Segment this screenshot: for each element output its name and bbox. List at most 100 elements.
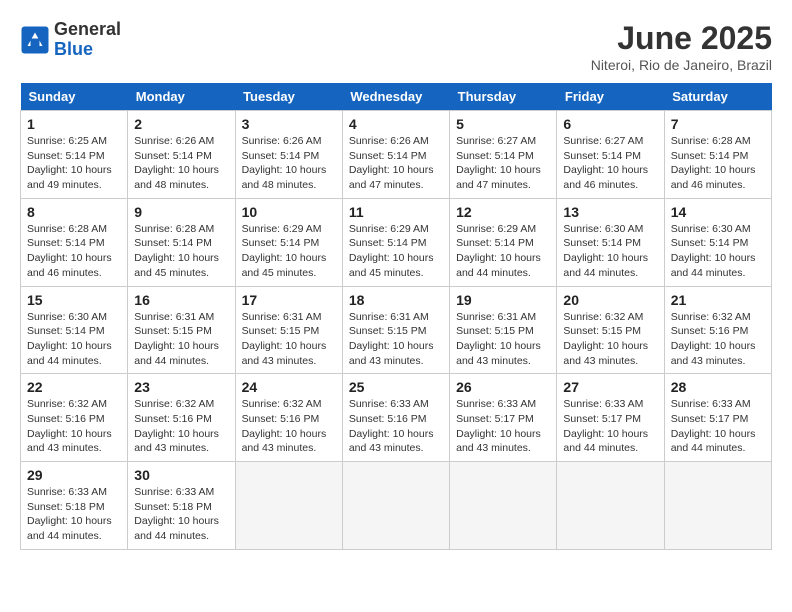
day-number: 24 [242, 379, 336, 395]
table-row: 30 Sunrise: 6:33 AM Sunset: 5:18 PM Dayl… [128, 462, 235, 550]
day-info: Sunrise: 6:27 AM Sunset: 5:14 PM Dayligh… [456, 134, 550, 193]
day-number: 27 [563, 379, 657, 395]
month-title: June 2025 [591, 20, 772, 57]
day-info: Sunrise: 6:30 AM Sunset: 5:14 PM Dayligh… [27, 310, 121, 369]
table-row: 3 Sunrise: 6:26 AM Sunset: 5:14 PM Dayli… [235, 111, 342, 199]
header-sunday: Sunday [21, 83, 128, 111]
day-info: Sunrise: 6:30 AM Sunset: 5:14 PM Dayligh… [671, 222, 765, 281]
day-info: Sunrise: 6:32 AM Sunset: 5:16 PM Dayligh… [27, 397, 121, 456]
day-number: 16 [134, 292, 228, 308]
table-row: 1 Sunrise: 6:25 AM Sunset: 5:14 PM Dayli… [21, 111, 128, 199]
day-number: 15 [27, 292, 121, 308]
day-number: 5 [456, 116, 550, 132]
day-info: Sunrise: 6:33 AM Sunset: 5:18 PM Dayligh… [27, 485, 121, 544]
day-info: Sunrise: 6:33 AM Sunset: 5:17 PM Dayligh… [456, 397, 550, 456]
day-info: Sunrise: 6:28 AM Sunset: 5:14 PM Dayligh… [27, 222, 121, 281]
day-number: 20 [563, 292, 657, 308]
day-info: Sunrise: 6:33 AM Sunset: 5:16 PM Dayligh… [349, 397, 443, 456]
table-row: 26 Sunrise: 6:33 AM Sunset: 5:17 PM Dayl… [450, 374, 557, 462]
table-row: 25 Sunrise: 6:33 AM Sunset: 5:16 PM Dayl… [342, 374, 449, 462]
logo: General Blue [20, 20, 121, 60]
table-row: 22 Sunrise: 6:32 AM Sunset: 5:16 PM Dayl… [21, 374, 128, 462]
day-number: 1 [27, 116, 121, 132]
table-row: 6 Sunrise: 6:27 AM Sunset: 5:14 PM Dayli… [557, 111, 664, 199]
day-info: Sunrise: 6:31 AM Sunset: 5:15 PM Dayligh… [242, 310, 336, 369]
day-number: 17 [242, 292, 336, 308]
day-number: 30 [134, 467, 228, 483]
day-info: Sunrise: 6:26 AM Sunset: 5:14 PM Dayligh… [349, 134, 443, 193]
table-row [557, 462, 664, 550]
table-row: 8 Sunrise: 6:28 AM Sunset: 5:14 PM Dayli… [21, 198, 128, 286]
table-row: 18 Sunrise: 6:31 AM Sunset: 5:15 PM Dayl… [342, 286, 449, 374]
table-row: 4 Sunrise: 6:26 AM Sunset: 5:14 PM Dayli… [342, 111, 449, 199]
day-info: Sunrise: 6:31 AM Sunset: 5:15 PM Dayligh… [456, 310, 550, 369]
table-row [450, 462, 557, 550]
logo-icon [20, 25, 50, 55]
table-row [235, 462, 342, 550]
day-info: Sunrise: 6:28 AM Sunset: 5:14 PM Dayligh… [134, 222, 228, 281]
table-row: 16 Sunrise: 6:31 AM Sunset: 5:15 PM Dayl… [128, 286, 235, 374]
header-monday: Monday [128, 83, 235, 111]
logo-blue-text: Blue [54, 39, 93, 59]
day-number: 22 [27, 379, 121, 395]
day-number: 14 [671, 204, 765, 220]
table-row: 19 Sunrise: 6:31 AM Sunset: 5:15 PM Dayl… [450, 286, 557, 374]
header-saturday: Saturday [664, 83, 771, 111]
weekday-header-row: Sunday Monday Tuesday Wednesday Thursday… [21, 83, 772, 111]
day-info: Sunrise: 6:32 AM Sunset: 5:15 PM Dayligh… [563, 310, 657, 369]
day-info: Sunrise: 6:27 AM Sunset: 5:14 PM Dayligh… [563, 134, 657, 193]
table-row [342, 462, 449, 550]
day-number: 8 [27, 204, 121, 220]
day-info: Sunrise: 6:29 AM Sunset: 5:14 PM Dayligh… [456, 222, 550, 281]
header-wednesday: Wednesday [342, 83, 449, 111]
day-number: 29 [27, 467, 121, 483]
table-row: 28 Sunrise: 6:33 AM Sunset: 5:17 PM Dayl… [664, 374, 771, 462]
header-thursday: Thursday [450, 83, 557, 111]
day-number: 13 [563, 204, 657, 220]
table-row: 29 Sunrise: 6:33 AM Sunset: 5:18 PM Dayl… [21, 462, 128, 550]
table-row: 2 Sunrise: 6:26 AM Sunset: 5:14 PM Dayli… [128, 111, 235, 199]
table-row: 14 Sunrise: 6:30 AM Sunset: 5:14 PM Dayl… [664, 198, 771, 286]
day-info: Sunrise: 6:32 AM Sunset: 5:16 PM Dayligh… [134, 397, 228, 456]
table-row: 17 Sunrise: 6:31 AM Sunset: 5:15 PM Dayl… [235, 286, 342, 374]
calendar-table: Sunday Monday Tuesday Wednesday Thursday… [20, 83, 772, 550]
day-info: Sunrise: 6:32 AM Sunset: 5:16 PM Dayligh… [671, 310, 765, 369]
table-row: 27 Sunrise: 6:33 AM Sunset: 5:17 PM Dayl… [557, 374, 664, 462]
day-info: Sunrise: 6:31 AM Sunset: 5:15 PM Dayligh… [134, 310, 228, 369]
table-row: 10 Sunrise: 6:29 AM Sunset: 5:14 PM Dayl… [235, 198, 342, 286]
day-number: 28 [671, 379, 765, 395]
day-number: 25 [349, 379, 443, 395]
day-number: 18 [349, 292, 443, 308]
table-row: 13 Sunrise: 6:30 AM Sunset: 5:14 PM Dayl… [557, 198, 664, 286]
table-row: 9 Sunrise: 6:28 AM Sunset: 5:14 PM Dayli… [128, 198, 235, 286]
table-row: 23 Sunrise: 6:32 AM Sunset: 5:16 PM Dayl… [128, 374, 235, 462]
day-number: 6 [563, 116, 657, 132]
day-info: Sunrise: 6:29 AM Sunset: 5:14 PM Dayligh… [349, 222, 443, 281]
day-info: Sunrise: 6:30 AM Sunset: 5:14 PM Dayligh… [563, 222, 657, 281]
header-tuesday: Tuesday [235, 83, 342, 111]
table-row: 15 Sunrise: 6:30 AM Sunset: 5:14 PM Dayl… [21, 286, 128, 374]
table-row: 5 Sunrise: 6:27 AM Sunset: 5:14 PM Dayli… [450, 111, 557, 199]
day-number: 3 [242, 116, 336, 132]
day-info: Sunrise: 6:26 AM Sunset: 5:14 PM Dayligh… [242, 134, 336, 193]
location: Niteroi, Rio de Janeiro, Brazil [591, 57, 772, 73]
day-info: Sunrise: 6:32 AM Sunset: 5:16 PM Dayligh… [242, 397, 336, 456]
table-row: 20 Sunrise: 6:32 AM Sunset: 5:15 PM Dayl… [557, 286, 664, 374]
day-info: Sunrise: 6:29 AM Sunset: 5:14 PM Dayligh… [242, 222, 336, 281]
table-row: 21 Sunrise: 6:32 AM Sunset: 5:16 PM Dayl… [664, 286, 771, 374]
table-row: 11 Sunrise: 6:29 AM Sunset: 5:14 PM Dayl… [342, 198, 449, 286]
table-row [664, 462, 771, 550]
day-number: 11 [349, 204, 443, 220]
day-number: 26 [456, 379, 550, 395]
day-info: Sunrise: 6:33 AM Sunset: 5:17 PM Dayligh… [671, 397, 765, 456]
day-info: Sunrise: 6:28 AM Sunset: 5:14 PM Dayligh… [671, 134, 765, 193]
day-info: Sunrise: 6:33 AM Sunset: 5:17 PM Dayligh… [563, 397, 657, 456]
table-row: 7 Sunrise: 6:28 AM Sunset: 5:14 PM Dayli… [664, 111, 771, 199]
day-number: 12 [456, 204, 550, 220]
day-number: 2 [134, 116, 228, 132]
table-row: 24 Sunrise: 6:32 AM Sunset: 5:16 PM Dayl… [235, 374, 342, 462]
logo-general-text: General [54, 19, 121, 39]
day-info: Sunrise: 6:25 AM Sunset: 5:14 PM Dayligh… [27, 134, 121, 193]
page-header: General Blue June 2025 Niteroi, Rio de J… [20, 20, 772, 73]
table-row: 12 Sunrise: 6:29 AM Sunset: 5:14 PM Dayl… [450, 198, 557, 286]
